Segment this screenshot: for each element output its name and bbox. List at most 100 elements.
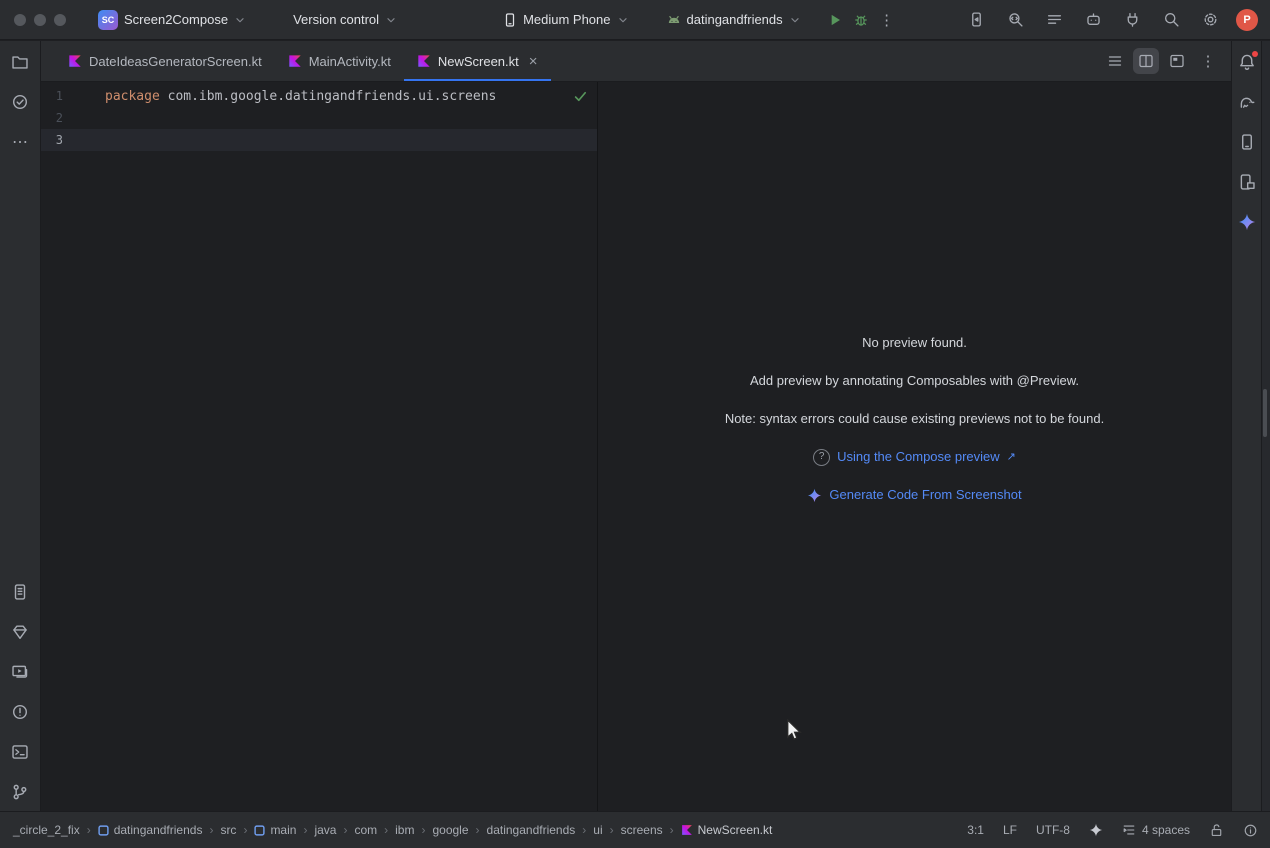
module-icon — [254, 825, 265, 836]
commit-tool-button[interactable] — [7, 89, 33, 115]
code-view-button[interactable] — [1102, 48, 1128, 74]
logcat-tool-button[interactable] — [7, 579, 33, 605]
chevron-right-icon: › — [343, 823, 347, 837]
chevron-down-icon — [233, 13, 247, 27]
breadcrumb-item[interactable]: java — [313, 821, 337, 839]
breadcrumb-label: main — [270, 823, 296, 837]
tool-windows-button[interactable] — [1041, 7, 1067, 33]
device-explorer-tool-button[interactable] — [1234, 169, 1260, 195]
breadcrumb-item[interactable]: datingandfriends — [97, 821, 204, 839]
chevron-right-icon: › — [610, 823, 614, 837]
device-explorer-icon — [1238, 173, 1256, 191]
terminal-icon — [11, 743, 29, 761]
project-menu[interactable]: Screen2Compose — [118, 7, 253, 32]
gradle-tool-button[interactable] — [1234, 89, 1260, 115]
version-control-tool-button[interactable] — [7, 779, 33, 805]
avatar[interactable]: P — [1236, 9, 1258, 31]
encoding-widget[interactable]: UTF-8 — [1036, 823, 1070, 837]
breadcrumb-item[interactable]: ibm — [394, 821, 415, 839]
editor-area: DateIdeasGeneratorScreen.kt MainActivity… — [41, 41, 1231, 811]
checkmark-icon — [573, 89, 588, 104]
left-tool-stripe: ⋯ — [0, 41, 41, 811]
tab-label: DateIdeasGeneratorScreen.kt — [89, 54, 262, 69]
debug-button[interactable] — [848, 7, 874, 33]
compose-preview-docs-link[interactable]: ? Using the Compose preview ↗ — [813, 448, 1016, 466]
inspections-widget[interactable] — [573, 89, 588, 104]
breadcrumb-item[interactable]: src — [219, 821, 237, 839]
caret-position-widget[interactable]: 3:1 — [967, 823, 984, 837]
editor-line: 2 — [41, 107, 597, 129]
ai-status-widget[interactable] — [1089, 823, 1103, 837]
left-stripe-bottom — [7, 579, 33, 805]
docs-link-label: Using the Compose preview — [837, 448, 1000, 466]
editor-line: 1 package com.ibm.google.datingandfriend… — [41, 85, 597, 107]
scrollbar[interactable] — [1261, 41, 1270, 811]
minimize-window-button[interactable] — [34, 14, 46, 26]
zoom-window-button[interactable] — [54, 14, 66, 26]
generate-code-from-screenshot-link[interactable]: Generate Code From Screenshot — [807, 486, 1021, 504]
split-view-button[interactable] — [1133, 48, 1159, 74]
tab-label: MainActivity.kt — [309, 54, 391, 69]
device-selector[interactable]: Medium Phone — [496, 7, 635, 33]
terminal-tool-button[interactable] — [7, 739, 33, 765]
kotlin-file-icon — [417, 54, 431, 68]
breadcrumb-item[interactable]: ui — [592, 821, 603, 839]
main-area: ⋯ — [0, 41, 1270, 811]
spark-icon — [1089, 823, 1103, 837]
device-manager-tool-button[interactable] — [1234, 129, 1260, 155]
breadcrumb-item[interactable]: datingandfriends — [486, 821, 577, 839]
chevron-right-icon: › — [421, 823, 425, 837]
generate-link-label: Generate Code From Screenshot — [829, 486, 1021, 504]
line-separator-widget[interactable]: LF — [1003, 823, 1017, 837]
app-quality-insights-tool-button[interactable] — [7, 619, 33, 645]
gemini-spark-icon — [807, 488, 822, 503]
breadcrumb-item[interactable]: com — [353, 821, 378, 839]
close-window-button[interactable] — [14, 14, 26, 26]
editor-options-button[interactable]: ⋮ — [1195, 48, 1221, 74]
more-run-options-button[interactable]: ⋮ — [874, 7, 900, 33]
run-configuration-selector[interactable]: datingandfriends — [660, 7, 808, 33]
settings-button[interactable] — [1197, 7, 1223, 33]
notifications-button[interactable] — [1234, 49, 1260, 75]
close-tab-icon[interactable]: × — [529, 54, 538, 69]
kotlin-file-icon — [681, 824, 693, 836]
question-glyph: ? — [819, 448, 825, 466]
indent-label: 4 spaces — [1142, 823, 1190, 837]
more-tool-windows-button[interactable]: ⋯ — [7, 129, 33, 155]
code-search-button[interactable] — [1002, 7, 1028, 33]
design-view-button[interactable] — [1164, 48, 1190, 74]
indent-widget[interactable]: 4 spaces — [1122, 823, 1190, 837]
breadcrumb-item[interactable]: screens — [620, 821, 664, 839]
vcs-menu[interactable]: Version control — [287, 7, 404, 32]
scrollbar-thumb[interactable] — [1263, 389, 1267, 437]
run-button[interactable] — [822, 7, 848, 33]
ai-assistant-button[interactable] — [1080, 7, 1106, 33]
code-editor[interactable]: 1 package com.ibm.google.datingandfriend… — [41, 82, 597, 811]
tab-dateideasgeneratorscreen[interactable]: DateIdeasGeneratorScreen.kt — [55, 41, 275, 81]
more-vertical-icon: ⋮ — [1201, 52, 1216, 70]
settings-gear-icon — [1202, 11, 1219, 28]
breadcrumb-item[interactable]: google — [431, 821, 469, 839]
tab-mainactivity[interactable]: MainActivity.kt — [275, 41, 404, 81]
tab-newscreen[interactable]: NewScreen.kt × — [404, 41, 551, 81]
line-number: 2 — [41, 111, 105, 125]
device-manager-icon — [1238, 133, 1256, 151]
plugin-icon — [1124, 11, 1141, 28]
gem-icon — [11, 623, 29, 641]
gemini-tool-button[interactable] — [1234, 209, 1260, 235]
breadcrumb-item[interactable]: _circle_2_fix — [12, 821, 81, 839]
plugin-button[interactable] — [1119, 7, 1145, 33]
problems-tool-button[interactable] — [7, 699, 33, 725]
device-mirror-icon[interactable] — [963, 7, 989, 33]
breadcrumb-item[interactable]: main — [253, 821, 297, 839]
search-everywhere-button[interactable] — [1158, 7, 1184, 33]
breadcrumb-item-current-file[interactable]: NewScreen.kt — [680, 821, 774, 839]
project-tool-button[interactable] — [7, 49, 33, 75]
chevron-right-icon: › — [87, 823, 91, 837]
code-line: package com.ibm.google.datingandfriends.… — [105, 89, 496, 104]
info-button[interactable] — [1243, 823, 1258, 838]
project-name: Screen2Compose — [124, 12, 228, 27]
readonly-toggle[interactable] — [1209, 823, 1224, 838]
running-devices-tool-button[interactable] — [7, 659, 33, 685]
preview-title: No preview found. — [862, 334, 967, 352]
